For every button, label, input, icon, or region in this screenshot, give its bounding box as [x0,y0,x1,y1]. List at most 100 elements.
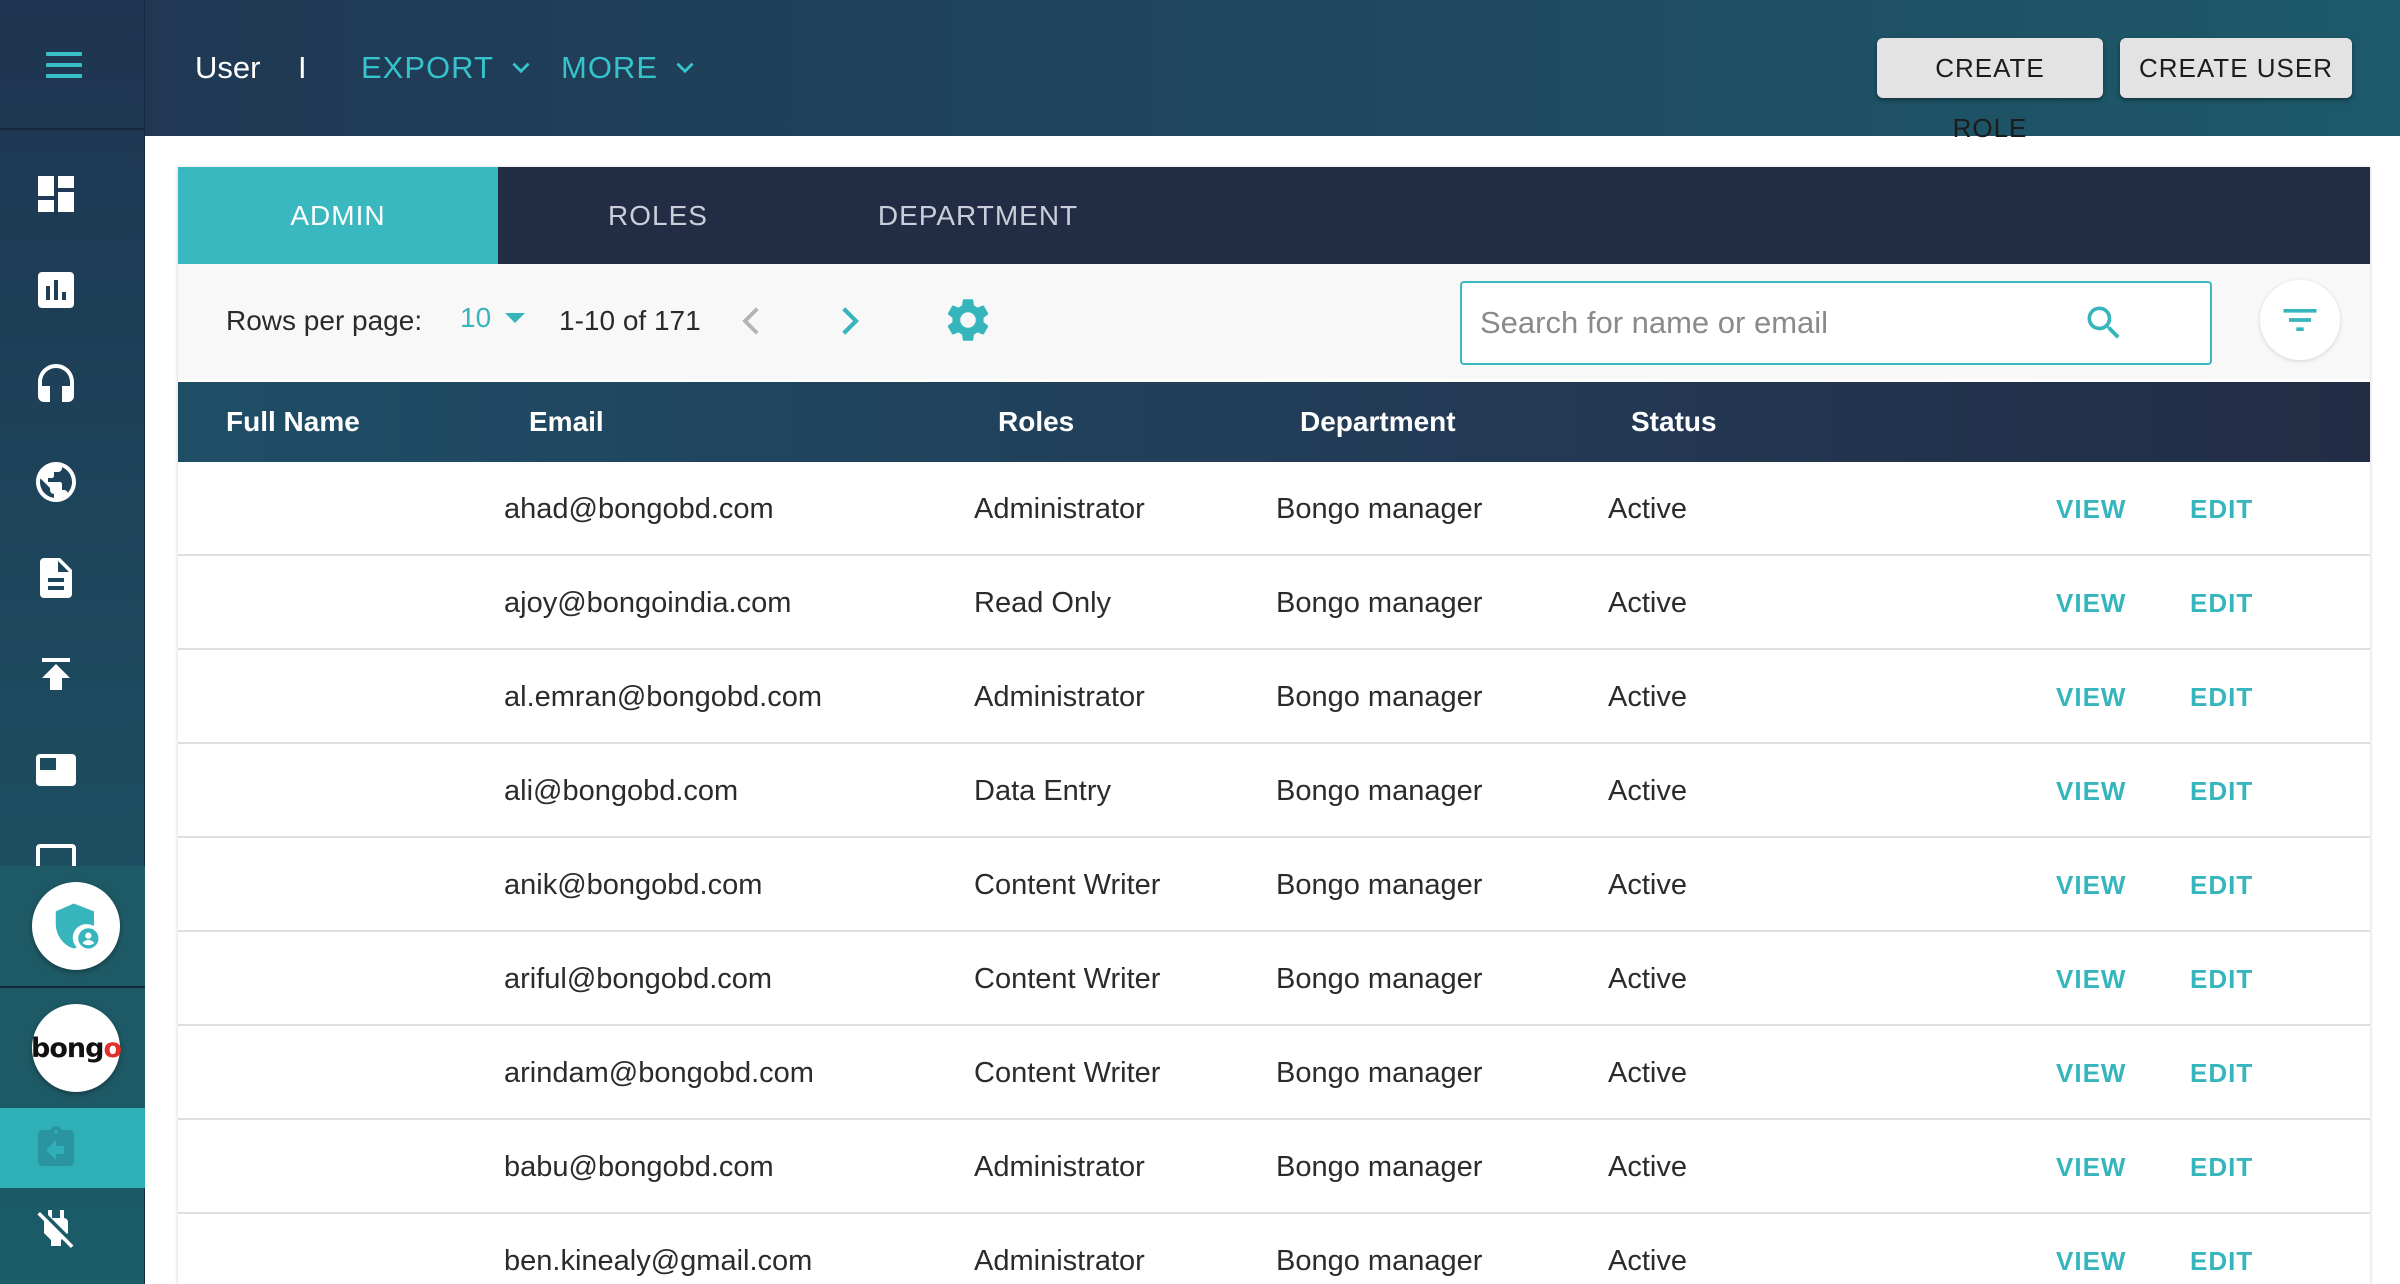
sidebar-item-active[interactable] [0,1108,145,1188]
plug-off-icon[interactable] [32,1204,80,1252]
view-button[interactable]: VIEW [2056,1120,2126,1214]
cell-role: Administrator [974,681,1145,713]
view-button[interactable]: VIEW [2056,462,2126,556]
document-icon[interactable] [32,554,80,602]
view-button[interactable]: VIEW [2056,1026,2126,1120]
cell-status: Active [1608,681,1687,713]
cell-email: ariful@bongobd.com [504,963,773,995]
tab-admin[interactable]: ADMIN [178,167,498,264]
view-button[interactable]: VIEW [2056,744,2126,838]
view-button[interactable]: VIEW [2056,932,2126,1026]
table-header: Full Name Email Roles Department Status [178,382,2370,462]
caret-down-icon [505,313,526,323]
cell-status: Active [1608,1057,1687,1089]
chevron-right-icon [842,307,859,335]
edit-button[interactable]: EDIT [2190,462,2253,556]
cell-role: Content Writer [974,963,1161,995]
cell-status: Active [1608,1245,1687,1277]
monitor-icon[interactable] [32,836,80,866]
bar-chart-icon[interactable] [32,266,80,314]
top-bar: User I EXPORT MORE CREATE ROLE CREATE US… [145,0,2400,143]
cell-status: Active [1608,493,1687,525]
view-button[interactable]: VIEW [2056,650,2126,744]
create-role-button[interactable]: CREATE ROLE [1877,38,2103,143]
column-header-department[interactable]: Department [1300,382,1456,462]
table-row: anik@bongobd.com Content Writer Bongo mana… [178,838,2370,932]
column-header-roles[interactable]: Roles [998,382,1074,462]
table-row: ariful@bongobd.com Content Writer Bongo ma… [178,932,2370,1026]
export-menu-button[interactable]: EXPORT [361,48,534,88]
view-button[interactable]: VIEW [2056,556,2126,650]
pagination-range: 1-10 of 171 [559,305,701,336]
chevron-down-icon [512,62,530,74]
upload-icon[interactable] [32,650,80,698]
cell-status: Active [1608,869,1687,901]
column-header-email[interactable]: Email [529,382,604,462]
cell-role: Content Writer [974,1057,1161,1089]
next-page-button[interactable] [828,300,870,342]
column-header-full-name[interactable]: Full Name [226,382,360,462]
cell-department: Bongo manager [1276,587,1483,619]
cell-status: Active [1608,963,1687,995]
cell-email: al.emran@bongobd.com [504,681,823,713]
cell-department: Bongo manager [1276,1057,1483,1089]
sidebar: bongo [0,0,145,1284]
bongo-logo-icon[interactable]: bongo [31,1004,122,1092]
view-button[interactable]: VIEW [2056,838,2126,932]
cell-role: Administrator [974,1245,1145,1277]
view-button[interactable]: VIEW [2056,1214,2126,1284]
cell-email: ben.kinealy@gmail.com [504,1245,813,1277]
filter-button[interactable] [2260,280,2340,360]
settings-gear-icon[interactable] [942,294,994,346]
cell-email: ali@bongobd.com [504,775,739,807]
edit-button[interactable]: EDIT [2190,744,2253,838]
cell-department: Bongo manager [1276,681,1483,713]
cell-role: Data Entry [974,775,1111,807]
table-toolbar: Rows per page: 10 1-10 of 171 [178,264,2370,379]
edit-button[interactable]: EDIT [2190,1026,2253,1120]
cell-status: Active [1608,775,1687,807]
rows-per-page-select[interactable]: 10 [460,302,526,334]
tab-bar: ADMIN ROLES DEPARTMENT [178,167,2370,264]
edit-button[interactable]: EDIT [2190,1214,2253,1284]
menu-icon[interactable] [38,48,90,84]
edit-button[interactable]: EDIT [2190,556,2253,650]
cell-email: ahad@bongobd.com [504,493,774,525]
table-row: babu@bongobd.com Administrator Bongo manag… [178,1120,2370,1214]
cell-role: Read Only [974,587,1112,619]
column-header-status[interactable]: Status [1631,382,1717,462]
cell-department: Bongo manager [1276,963,1483,995]
media-icon[interactable] [32,746,80,794]
edit-button[interactable]: EDIT [2190,838,2253,932]
more-label: MORE [561,50,658,85]
prev-page-button[interactable] [731,300,773,342]
title-separator: I [298,50,307,85]
create-user-button[interactable]: CREATE USER [2120,38,2352,98]
table-row: ajoy@bongoindia.com Read Only Bongo manage… [178,556,2370,650]
sidebar-divider [0,128,145,130]
search-icon[interactable] [2082,301,2126,345]
page-title: User [195,50,261,85]
cell-status: Active [1608,587,1687,619]
tab-roles[interactable]: ROLES [498,167,818,264]
edit-button[interactable]: EDIT [2190,932,2253,1026]
tab-department[interactable]: DEPARTMENT [818,167,1138,264]
admin-shield-icon[interactable] [32,882,120,970]
headset-icon[interactable] [32,362,80,410]
clipboard-back-icon [32,1124,80,1172]
cell-role: Administrator [974,493,1145,525]
search-input[interactable] [1480,283,2080,363]
more-menu-button[interactable]: MORE [561,48,698,88]
bongo-logo: bongo [31,1032,122,1064]
cell-email: arindam@bongobd.com [504,1057,814,1089]
cell-department: Bongo manager [1276,493,1483,525]
cell-department: Bongo manager [1276,869,1483,901]
table-row: ahad@bongobd.com Administrator Bongo manag… [178,462,2370,556]
globe-icon[interactable] [32,458,80,506]
edit-button[interactable]: EDIT [2190,650,2253,744]
dashboard-icon[interactable] [32,170,80,218]
edit-button[interactable]: EDIT [2190,1120,2253,1214]
table-row: ali@bongobd.com Data Entry Bongo manager Ac… [178,744,2370,838]
cell-department: Bongo manager [1276,775,1483,807]
cell-email: anik@bongobd.com [504,869,763,901]
